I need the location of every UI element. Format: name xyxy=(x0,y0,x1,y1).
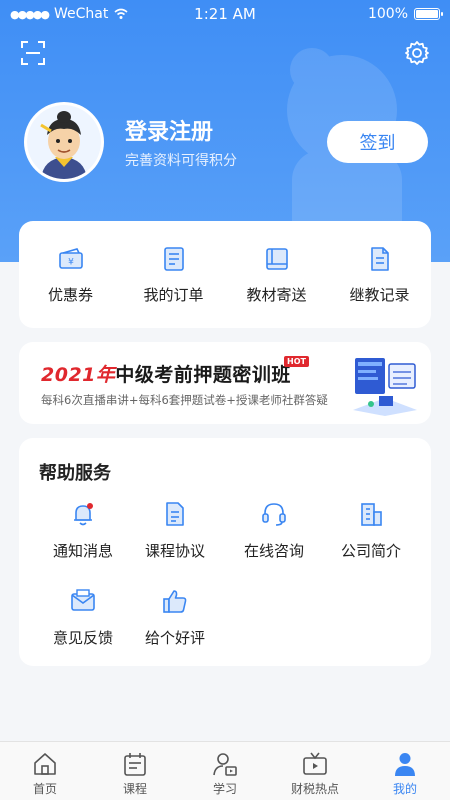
hot-badge: HOT xyxy=(284,356,309,367)
promo-banner[interactable]: 2021年中级考前押题密训班 HOT 每科6次直播串讲+每科6套押题试卷+授课老… xyxy=(19,342,431,424)
quick-link-label: 教材寄送 xyxy=(246,285,307,304)
tv-icon xyxy=(303,752,327,775)
banner-course-name: 中级考前押题密训班 xyxy=(115,364,291,386)
help-item-label: 给个好评 xyxy=(144,629,205,647)
svg-text:¥: ¥ xyxy=(68,257,74,267)
order-icon xyxy=(163,246,184,271)
help-item-label: 通知消息 xyxy=(52,542,113,560)
tab-courses[interactable]: 课程 xyxy=(90,742,180,800)
quick-link-coupon[interactable]: ¥ 优惠券 xyxy=(21,245,121,305)
tab-label: 学习 xyxy=(212,782,237,796)
tab-home[interactable]: 首页 xyxy=(0,742,90,800)
battery-icon xyxy=(414,8,443,20)
bottom-tab-bar: 首页 课程 学习 财税热点 我的 xyxy=(0,741,450,800)
help-title: 帮助服务 xyxy=(39,463,111,484)
status-time: 1:21 AM xyxy=(194,5,256,23)
headset-icon xyxy=(262,503,286,526)
quick-link-textbook-delivery[interactable]: 教材寄送 xyxy=(227,245,327,305)
login-register-link[interactable]: 登录注册 xyxy=(125,114,213,146)
help-item-course-agreement[interactable]: 课程协议 xyxy=(125,500,225,561)
tab-label: 我的 xyxy=(392,782,417,796)
quick-link-orders[interactable]: 我的订单 xyxy=(124,245,224,305)
mail-icon xyxy=(71,589,95,611)
help-item-rate-us[interactable]: 给个好评 xyxy=(125,587,225,648)
banner-subtitle: 每科6次直播串讲+每科6套押题试卷+授课老师社群答疑 xyxy=(41,393,328,407)
help-item-label: 意见反馈 xyxy=(52,629,113,647)
avatar[interactable] xyxy=(24,102,104,182)
cartoon-avatar-image xyxy=(27,105,101,179)
help-item-online-consult[interactable]: 在线咨询 xyxy=(224,500,324,561)
quick-links-card: ¥ 优惠券 我的订单 教材寄送 继教记录 xyxy=(19,221,431,328)
building-icon xyxy=(361,503,382,526)
banner-title: 2021年中级考前押题密训班 xyxy=(41,360,291,387)
wifi-icon xyxy=(114,8,128,19)
study-icon xyxy=(213,753,237,776)
tab-label: 财税热点 xyxy=(290,782,339,796)
record-icon xyxy=(370,246,389,271)
bell-icon xyxy=(74,503,93,526)
battery-percent: 100% xyxy=(367,6,408,22)
quick-link-label: 继教记录 xyxy=(349,285,410,304)
quick-link-label: 我的订单 xyxy=(143,285,204,304)
calendar-icon xyxy=(124,753,146,776)
book-icon xyxy=(265,247,288,270)
status-bar: ●●●●● WeChat 1:21 AM 100% xyxy=(0,0,450,28)
help-item-company-intro[interactable]: 公司简介 xyxy=(321,500,421,561)
home-icon xyxy=(34,753,56,775)
tab-study[interactable]: 学习 xyxy=(180,742,270,800)
tab-tax-hotspots[interactable]: 财税热点 xyxy=(270,742,360,800)
document-icon xyxy=(166,502,184,526)
tab-mine[interactable]: 我的 xyxy=(360,742,450,800)
quick-link-label: 优惠券 xyxy=(47,285,93,304)
checkin-button[interactable]: 签到 xyxy=(327,121,428,163)
gear-icon[interactable] xyxy=(404,40,430,66)
help-item-notifications[interactable]: 通知消息 xyxy=(33,500,133,561)
signal-icon: ●●●●● xyxy=(10,7,50,21)
help-item-label: 在线咨询 xyxy=(243,542,304,560)
carrier-name: WeChat xyxy=(54,6,109,22)
coupon-icon: ¥ xyxy=(58,247,83,269)
scan-icon[interactable] xyxy=(20,40,46,66)
help-item-label: 课程协议 xyxy=(144,542,205,560)
help-item-label: 公司简介 xyxy=(340,542,401,560)
user-icon xyxy=(395,753,415,776)
help-services-card: 帮助服务 通知消息 课程协议 在线咨询 公司简介 意见反馈 给个好评 xyxy=(19,438,431,666)
tab-label: 首页 xyxy=(32,782,57,796)
thumbs-up-icon xyxy=(163,590,187,613)
banner-year: 2021年 xyxy=(41,364,116,386)
quick-link-education-record[interactable]: 继教记录 xyxy=(330,245,430,305)
help-item-feedback[interactable]: 意见反馈 xyxy=(33,587,133,648)
profile-subtitle: 完善资料可得积分 xyxy=(125,153,237,169)
classroom-illustration xyxy=(353,358,417,416)
tab-label: 课程 xyxy=(122,782,147,796)
